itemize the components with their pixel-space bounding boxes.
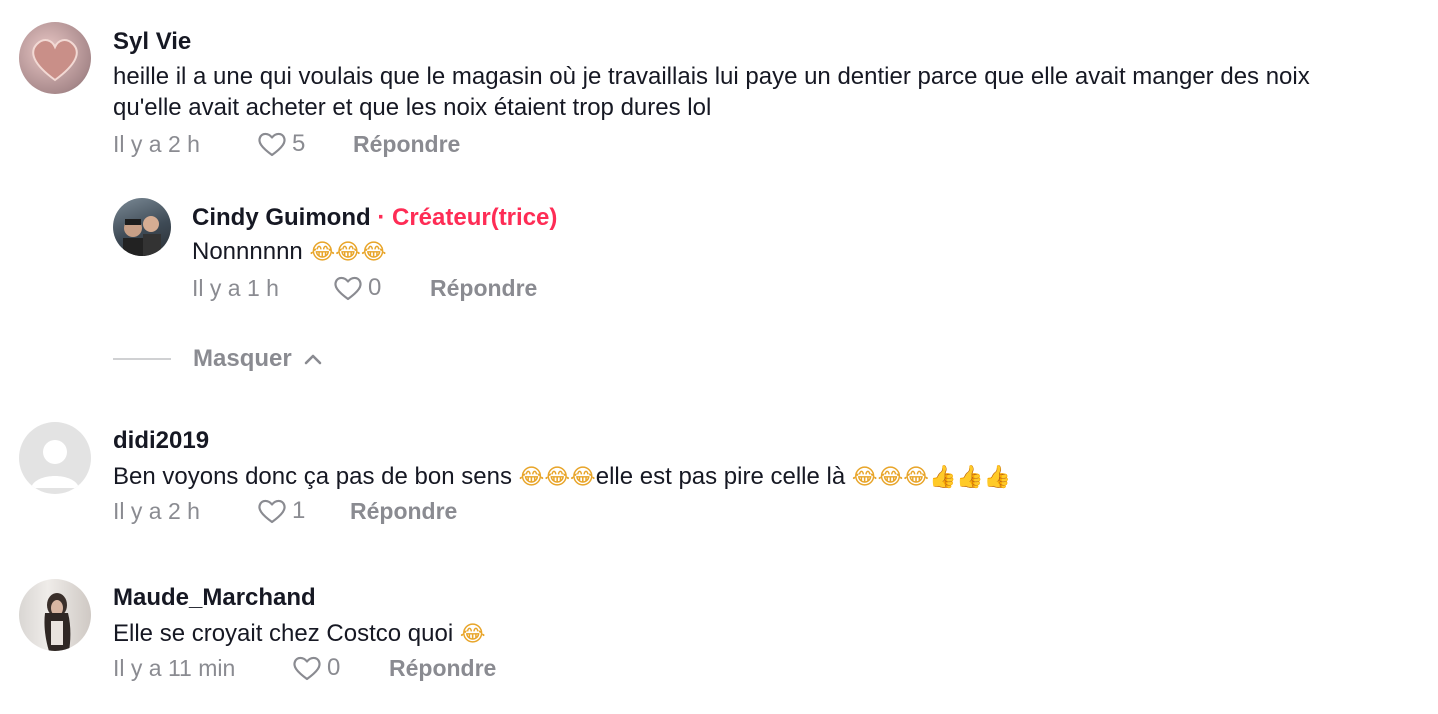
- comment-text-part: elle est pas pire celle là: [595, 463, 852, 490]
- user-photo-icon: [44, 593, 71, 651]
- user-photo-icon: [123, 216, 161, 256]
- heart-outline-icon: [258, 499, 286, 524]
- comment-meta: Il y a 11 min 0 Répondre: [113, 654, 496, 682]
- default-user-icon: [31, 440, 79, 488]
- chevron-up-icon: [304, 354, 322, 365]
- heart-outline-icon: [258, 132, 286, 157]
- reply-text: Nonnnnnn 😂😂😂: [192, 236, 387, 268]
- comment-text-part: Elle se croyait chez Costco quoi: [113, 620, 460, 647]
- laughing-emoji-icon: 😂😂😂: [518, 465, 596, 490]
- reply-time: Il y a 1 h: [192, 274, 279, 301]
- comment-time: Il y a 2 h: [113, 497, 200, 524]
- avatar[interactable]: [113, 198, 171, 256]
- comment-username[interactable]: didi2019: [113, 427, 209, 455]
- like-count: 5: [292, 130, 306, 157]
- avatar[interactable]: [19, 22, 91, 94]
- comment-time: Il y a 2 h: [113, 130, 200, 157]
- like-count: 0: [368, 274, 382, 301]
- avatar[interactable]: [19, 579, 91, 651]
- like-button[interactable]: 0: [332, 274, 430, 302]
- comment-username[interactable]: Maude_Marchand: [113, 584, 316, 612]
- comment-meta: Il y a 2 h 1 Répondre: [113, 497, 457, 525]
- laughing-thumbs-up-emoji-icon: 😂😂😂👍👍👍: [851, 465, 1012, 490]
- heart-outline-icon: [334, 276, 362, 301]
- divider: [113, 358, 171, 360]
- hide-replies-button[interactable]: Masquer: [113, 345, 322, 373]
- like-button[interactable]: 5: [256, 130, 353, 158]
- creator-badge: · Créateur(trice): [377, 204, 558, 231]
- like-count: 1: [292, 497, 306, 524]
- like-button[interactable]: 1: [256, 497, 350, 525]
- heart-outline-icon: [293, 656, 321, 681]
- laughing-emoji-icon: 😂😂😂: [309, 240, 387, 265]
- avatar[interactable]: [19, 422, 91, 494]
- comment-text: heille il a une qui voulais que le magas…: [113, 61, 1433, 123]
- hide-replies-label: Masquer: [193, 345, 292, 372]
- reply-username: Cindy Guimond · Créateur(trice): [192, 204, 557, 232]
- laughing-emoji-icon: 😂: [459, 622, 486, 647]
- comment-text-line: heille il a une qui voulais que le magas…: [113, 63, 1310, 90]
- reply-button[interactable]: Répondre: [389, 655, 496, 682]
- heart-icon: [32, 39, 78, 82]
- comment-text-part: Ben voyons donc ça pas de bon sens: [113, 463, 519, 490]
- reply-author[interactable]: Cindy Guimond: [192, 204, 371, 231]
- like-button[interactable]: 0: [291, 654, 389, 682]
- reply-button[interactable]: Répondre: [430, 275, 537, 302]
- reply-button[interactable]: Répondre: [350, 498, 457, 525]
- comment-username[interactable]: Syl Vie: [113, 28, 191, 56]
- reply-text-content: Nonnnnnn: [192, 238, 303, 265]
- comment-time: Il y a 11 min: [113, 654, 236, 681]
- comment-text-line: qu'elle avait acheter et que les noix ét…: [113, 94, 712, 121]
- comment-text: Elle se croyait chez Costco quoi 😂: [113, 618, 486, 650]
- like-count: 0: [327, 654, 341, 681]
- reply-button[interactable]: Répondre: [353, 131, 460, 158]
- comment-text: Ben voyons donc ça pas de bon sens 😂😂😂el…: [113, 461, 1011, 493]
- comment-meta: Il y a 2 h 5 Répondre: [113, 130, 460, 158]
- reply-meta: Il y a 1 h 0 Répondre: [192, 274, 537, 302]
